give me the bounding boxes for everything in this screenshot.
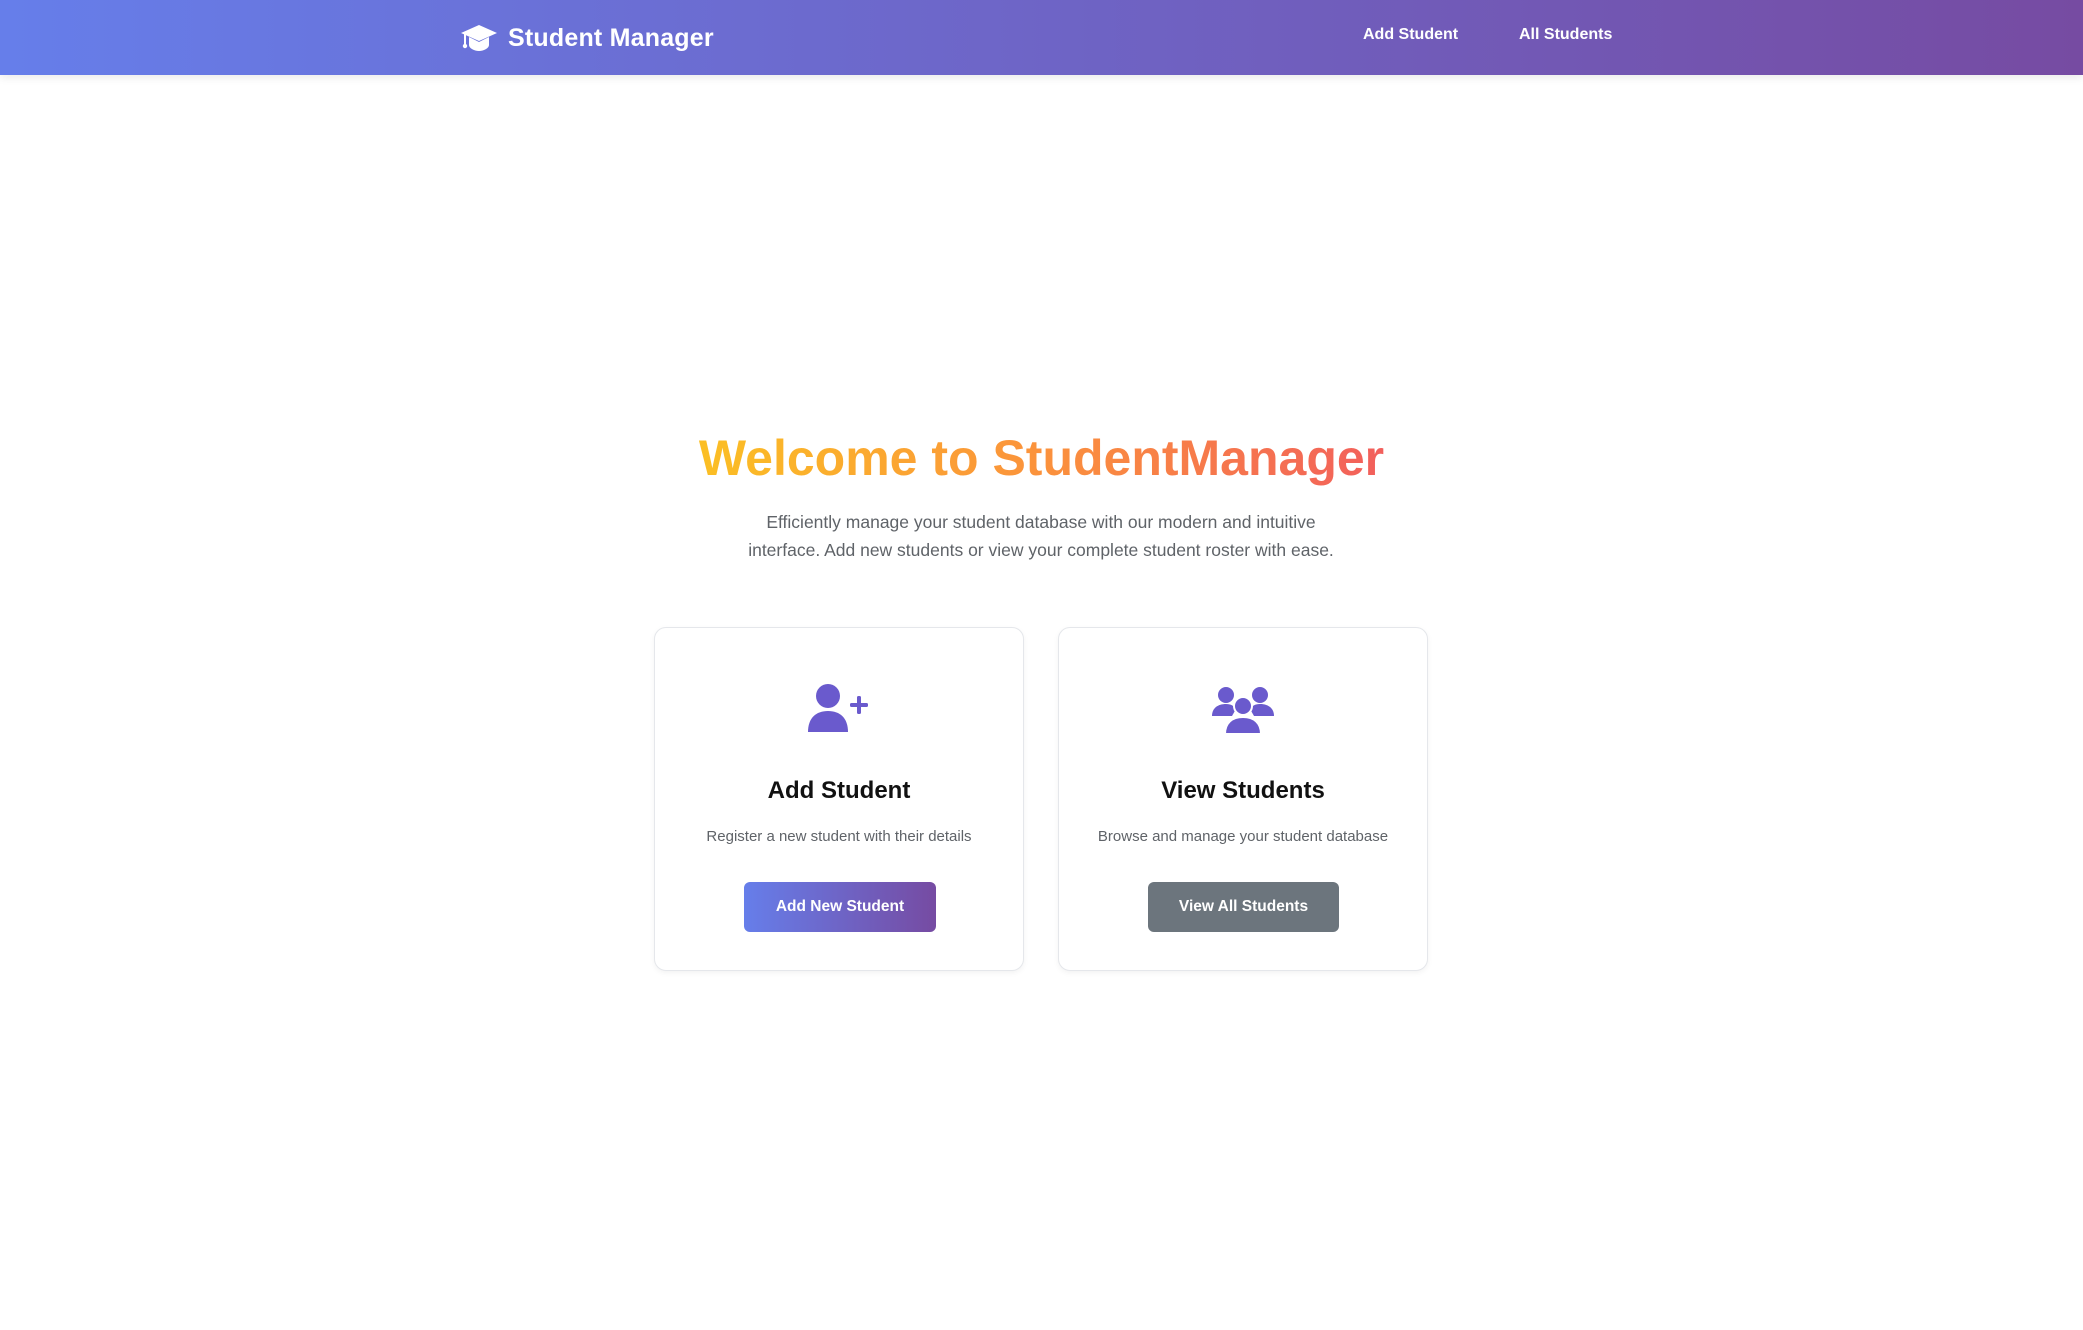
brand-title: Student Manager — [508, 23, 714, 52]
top-navbar: Student Manager Add Student All Students — [0, 0, 2083, 75]
users-icon — [1059, 684, 1427, 738]
user-plus-icon — [655, 684, 1023, 738]
brand-link[interactable]: Student Manager — [460, 20, 714, 56]
nav-link-add-student[interactable]: Add Student — [1363, 26, 1458, 44]
add-student-card-description: Register a new student with their detail… — [706, 828, 972, 845]
view-students-card-title: View Students — [1161, 777, 1325, 804]
view-students-card: View Students Browse and manage your stu… — [1058, 627, 1428, 971]
view-all-students-button[interactable]: View All Students — [1148, 882, 1339, 932]
nav-link-all-students[interactable]: All Students — [1519, 26, 1612, 44]
view-students-card-description: Browse and manage your student database — [1097, 828, 1389, 845]
page-title-text: Welcome to StudentManager — [698, 430, 1385, 486]
add-new-student-button[interactable]: Add New Student — [744, 882, 936, 932]
add-student-card-title: Add Student — [767, 777, 911, 804]
add-student-card: Add Student Register a new student with … — [654, 627, 1024, 971]
graduation-cap-icon — [460, 23, 498, 53]
page-title: Welcome to StudentManager — [0, 428, 2083, 488]
page-subtitle: Efficiently manage your student database… — [748, 512, 1334, 560]
